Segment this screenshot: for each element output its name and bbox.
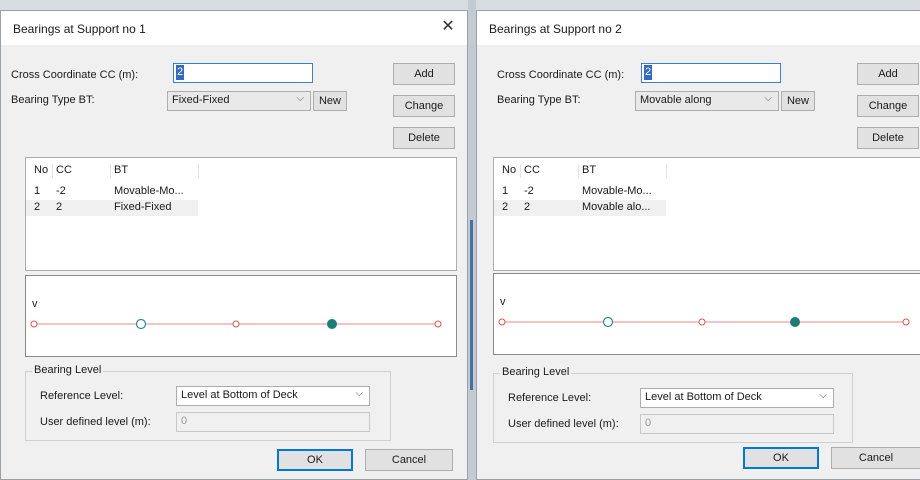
new-bt-button[interactable]: New: [313, 91, 347, 111]
bearing-level-group: Bearing Level Reference Level: Level at …: [25, 364, 391, 441]
row-bt: Fixed-Fixed: [114, 201, 172, 213]
bearings-list[interactable]: No CC BT 1 -2 Movable-Mo... 2 2 Movable …: [493, 157, 920, 271]
cancel-button[interactable]: Cancel: [365, 449, 453, 471]
row-bt: Movable alo...: [582, 201, 651, 213]
background-window-accent: [470, 220, 473, 390]
user-level-input: 0: [176, 412, 370, 432]
row-no: 2: [34, 201, 41, 213]
center-marker: [698, 318, 706, 326]
user-level-input: 0: [640, 414, 834, 434]
bearings-dialog-support-1: Bearings at Support no 1 ✕ Cross Coordin…: [0, 10, 468, 480]
list-header: No CC BT: [494, 164, 920, 180]
add-button[interactable]: Add: [393, 63, 455, 85]
column-divider: [520, 164, 521, 178]
bearing-marker-movable: [135, 318, 147, 330]
bearing-layout-plot: v: [493, 273, 920, 355]
bt-select[interactable]: Movable along ⌵: [635, 91, 779, 111]
change-button[interactable]: Change: [857, 95, 919, 117]
close-icon[interactable]: ✕: [915, 15, 920, 39]
center-marker: [232, 320, 240, 328]
column-divider: [578, 164, 579, 178]
row-cc: 2: [524, 201, 531, 213]
list-item[interactable]: 1 -2 Movable-Mo...: [26, 184, 198, 200]
row-no: 1: [34, 185, 41, 197]
bt-label: Bearing Type BT:: [497, 94, 581, 106]
list-item-selected[interactable]: 2 2 Fixed-Fixed: [26, 200, 198, 216]
bt-select-value: Fixed-Fixed: [172, 94, 230, 106]
bearing-marker-fixed: [327, 319, 337, 329]
end-marker-left: [498, 318, 506, 326]
row-cc: -2: [524, 185, 534, 197]
cc-input-value: 2: [644, 65, 653, 80]
user-level-label: User defined level (m):: [508, 418, 619, 430]
list-header: No CC BT: [26, 164, 456, 180]
dialog-title: Bearings at Support no 1: [13, 22, 146, 36]
column-header-bt[interactable]: BT: [582, 164, 596, 176]
bearing-level-group: Bearing Level Reference Level: Level at …: [493, 366, 853, 443]
row-no: 1: [502, 185, 509, 197]
bearing-layout-svg: [498, 316, 910, 328]
reference-level-label: Reference Level:: [40, 390, 124, 402]
cc-input[interactable]: 2: [641, 63, 781, 83]
delete-button[interactable]: Delete: [393, 127, 455, 149]
cc-label: Cross Coordinate CC (m):: [497, 69, 625, 81]
column-divider: [198, 164, 199, 178]
bearing-layout-svg: [30, 318, 442, 330]
ok-button[interactable]: OK: [277, 449, 353, 471]
row-no: 2: [502, 201, 509, 213]
chevron-down-icon: ⌵: [819, 390, 827, 401]
ok-button[interactable]: OK: [743, 447, 819, 469]
bearing-level-title: Bearing Level: [32, 364, 104, 376]
column-divider: [666, 164, 667, 178]
chevron-down-icon: ⌵: [764, 93, 772, 104]
cc-input-value: 2: [176, 65, 185, 80]
cc-label: Cross Coordinate CC (m):: [11, 69, 139, 81]
bearing-level-title: Bearing Level: [500, 366, 572, 378]
bt-label: Bearing Type BT:: [11, 94, 95, 106]
title-bar: Bearings at Support no 1 ✕: [1, 11, 467, 45]
bt-select[interactable]: Fixed-Fixed ⌵: [167, 91, 311, 111]
reference-level-select[interactable]: Level at Bottom of Deck ⌵: [176, 386, 370, 406]
row-cc: 2: [56, 201, 63, 213]
column-header-cc[interactable]: CC: [56, 164, 72, 176]
delete-button[interactable]: Delete: [857, 127, 919, 149]
chevron-down-icon: ⌵: [296, 93, 304, 104]
column-header-bt[interactable]: BT: [114, 164, 128, 176]
reference-level-select[interactable]: Level at Bottom of Deck ⌵: [640, 388, 834, 408]
bearing-marker-movable-along: [790, 317, 800, 327]
list-item-selected[interactable]: 2 2 Movable alo...: [494, 200, 666, 216]
end-marker-right: [434, 320, 442, 328]
dialog-title: Bearings at Support no 2: [489, 22, 622, 36]
column-header-no[interactable]: No: [34, 164, 48, 176]
column-divider: [52, 164, 53, 178]
bearing-marker-movable: [602, 316, 614, 328]
column-header-no[interactable]: No: [502, 164, 516, 176]
end-marker-right: [902, 318, 910, 326]
change-button[interactable]: Change: [393, 95, 455, 117]
cc-input[interactable]: 2: [173, 63, 313, 83]
bt-select-value: Movable along: [640, 94, 712, 106]
list-item[interactable]: 1 -2 Movable-Mo...: [494, 184, 666, 200]
row-bt: Movable-Mo...: [114, 185, 184, 197]
add-button[interactable]: Add: [857, 63, 919, 85]
row-cc: -2: [56, 185, 66, 197]
reference-level-value: Level at Bottom of Deck: [645, 391, 762, 403]
row-bt: Movable-Mo...: [582, 185, 652, 197]
reference-level-label: Reference Level:: [508, 392, 592, 404]
bearing-layout-plot: v: [25, 275, 457, 357]
close-icon[interactable]: ✕: [435, 15, 461, 39]
column-divider: [110, 164, 111, 178]
end-marker-left: [30, 320, 38, 328]
chevron-down-icon: ⌵: [355, 388, 363, 399]
reference-level-value: Level at Bottom of Deck: [181, 389, 298, 401]
user-level-label: User defined level (m):: [40, 416, 151, 428]
cancel-button[interactable]: Cancel: [831, 447, 920, 469]
new-bt-button[interactable]: New: [781, 91, 815, 111]
bearings-list[interactable]: No CC BT 1 -2 Movable-Mo... 2 2 Fixed-Fi…: [25, 157, 457, 271]
column-header-cc[interactable]: CC: [524, 164, 540, 176]
bearings-dialog-support-2: Bearings at Support no 2 ✕ Cross Coordin…: [476, 10, 920, 480]
title-bar: Bearings at Support no 2 ✕: [477, 11, 920, 45]
